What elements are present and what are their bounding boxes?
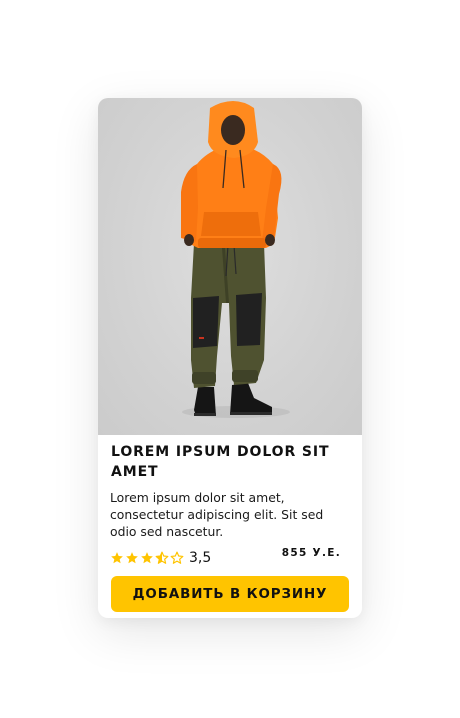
star-icon: [111, 552, 123, 564]
rating: 3,5: [110, 549, 211, 567]
star-icon: [126, 552, 138, 564]
product-price: 855 У.Е.: [281, 547, 341, 559]
rating-value: 3,5: [189, 550, 212, 566]
product-title: LOREM IPSUM DOLOR SIT AMET: [111, 444, 330, 480]
product-description: Lorem ipsum dolor sit amet, consectetur …: [110, 490, 324, 539]
star-empty-icon: [170, 551, 184, 564]
add-to-cart-button[interactable]: ДОБАВИТЬ В КОРЗИНУ: [111, 576, 349, 612]
star-half-icon: [155, 551, 169, 564]
product-image[interactable]: [98, 98, 362, 435]
product-card: LOREM IPSUM DOLOR SIT AMET Lorem ipsum d…: [98, 98, 362, 618]
star-icon: [141, 552, 153, 564]
